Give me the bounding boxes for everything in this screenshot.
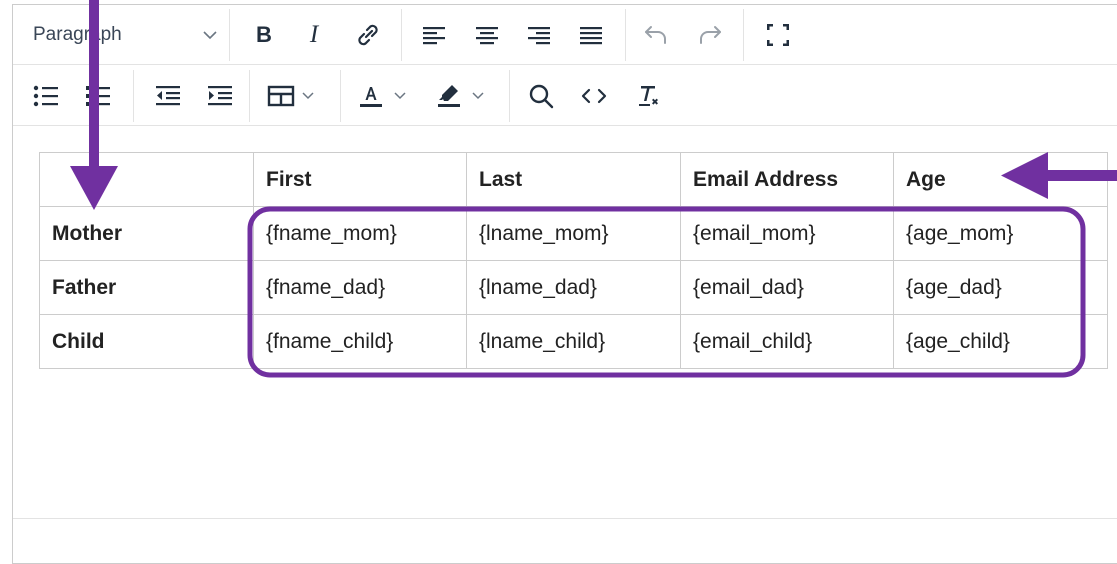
table-cell[interactable]: {lname_mom}: [466, 206, 681, 261]
align-left-button[interactable]: [419, 19, 449, 51]
toolbar-divider: [249, 70, 250, 122]
toolbar-divider: [625, 9, 626, 61]
toolbar-divider: [340, 70, 341, 122]
justify-button[interactable]: [576, 19, 606, 51]
align-center-button[interactable]: [472, 19, 502, 51]
align-center-icon: [475, 25, 499, 45]
clear-formatting-button[interactable]: [633, 80, 663, 112]
table-cell[interactable]: {email_mom}: [680, 206, 894, 261]
justify-icon: [579, 25, 603, 45]
header-cell[interactable]: First: [253, 152, 467, 207]
toolbar-divider: [133, 70, 134, 122]
table-cell[interactable]: {fname_dad}: [253, 260, 467, 315]
clear-formatting-icon: [635, 83, 661, 109]
data-table: First Last Email Address Age Mother {fna…: [39, 152, 1108, 369]
toolbar-row-2: [13, 66, 1117, 126]
align-right-icon: [527, 25, 551, 45]
bullet-list-button[interactable]: [31, 80, 61, 112]
table-cell[interactable]: {age_mom}: [893, 206, 1108, 261]
chevron-down-icon: [471, 91, 485, 101]
toolbar-divider: [401, 9, 402, 61]
align-left-icon: [422, 25, 446, 45]
table-cell[interactable]: {lname_dad}: [466, 260, 681, 315]
editor-content-area[interactable]: First Last Email Address Age Mother {fna…: [13, 127, 1117, 519]
block-format-select[interactable]: Paragraph: [33, 19, 218, 51]
align-right-button[interactable]: [524, 19, 554, 51]
italic-icon: I: [309, 21, 319, 48]
table-cell[interactable]: {lname_child}: [466, 314, 681, 369]
table-cell[interactable]: {age_dad}: [893, 260, 1108, 315]
source-code-button[interactable]: [579, 80, 609, 112]
bullet-list-icon: [33, 85, 59, 107]
chevron-down-icon: [301, 91, 315, 101]
table-icon: [267, 85, 295, 107]
link-button[interactable]: [351, 19, 385, 51]
block-format-label: Paragraph: [33, 24, 122, 45]
rich-text-editor: Paragraph B I First Last Email Address A…: [12, 4, 1117, 564]
numbered-list-button[interactable]: [83, 80, 113, 112]
search-icon: [527, 82, 555, 110]
toolbar-divider: [743, 9, 744, 61]
bold-button[interactable]: B: [249, 19, 279, 51]
undo-button[interactable]: [641, 19, 671, 51]
toolbar-row-1: Paragraph B I: [13, 5, 1117, 65]
table-row: Mother {fname_mom} {lname_mom} {email_mo…: [39, 206, 1108, 261]
header-cell[interactable]: Age: [893, 152, 1108, 207]
header-cell[interactable]: Last: [466, 152, 681, 207]
table-cell[interactable]: {age_child}: [893, 314, 1108, 369]
chevron-down-icon: [202, 24, 218, 46]
highlight-icon: [435, 82, 463, 110]
table-cell[interactable]: {email_dad}: [680, 260, 894, 315]
row-label-cell[interactable]: Father: [39, 260, 254, 315]
table-cell[interactable]: {email_child}: [680, 314, 894, 369]
search-button[interactable]: [525, 80, 557, 112]
row-label-cell[interactable]: Mother: [39, 206, 254, 261]
numbered-list-icon: [85, 85, 111, 107]
header-cell[interactable]: Email Address: [680, 152, 894, 207]
outdent-button[interactable]: [153, 80, 183, 112]
fullscreen-icon: [765, 22, 791, 48]
italic-button[interactable]: I: [299, 19, 329, 51]
redo-icon: [697, 23, 723, 47]
highlight-button[interactable]: [435, 80, 499, 112]
row-label-cell[interactable]: Child: [39, 314, 254, 369]
chevron-down-icon: [393, 91, 407, 101]
toolbar-divider: [509, 70, 510, 122]
table-cell[interactable]: {fname_mom}: [253, 206, 467, 261]
indent-icon: [207, 85, 233, 107]
outdent-icon: [155, 85, 181, 107]
fullscreen-button[interactable]: [761, 19, 795, 51]
code-icon: [580, 86, 608, 106]
table-row: Father {fname_dad} {lname_dad} {email_da…: [39, 260, 1108, 315]
table-header-row: First Last Email Address Age: [39, 152, 1108, 207]
text-color-button[interactable]: [357, 80, 421, 112]
indent-button[interactable]: [205, 80, 235, 112]
link-icon: [353, 20, 383, 50]
table-row: Child {fname_child} {lname_child} {email…: [39, 314, 1108, 369]
table-cell[interactable]: {fname_child}: [253, 314, 467, 369]
toolbar-divider: [229, 9, 230, 61]
redo-button[interactable]: [695, 19, 725, 51]
undo-icon: [643, 23, 669, 47]
text-color-icon: [357, 82, 385, 110]
bold-icon: B: [256, 22, 272, 47]
table-button[interactable]: [267, 80, 327, 112]
header-cell[interactable]: [39, 152, 254, 207]
